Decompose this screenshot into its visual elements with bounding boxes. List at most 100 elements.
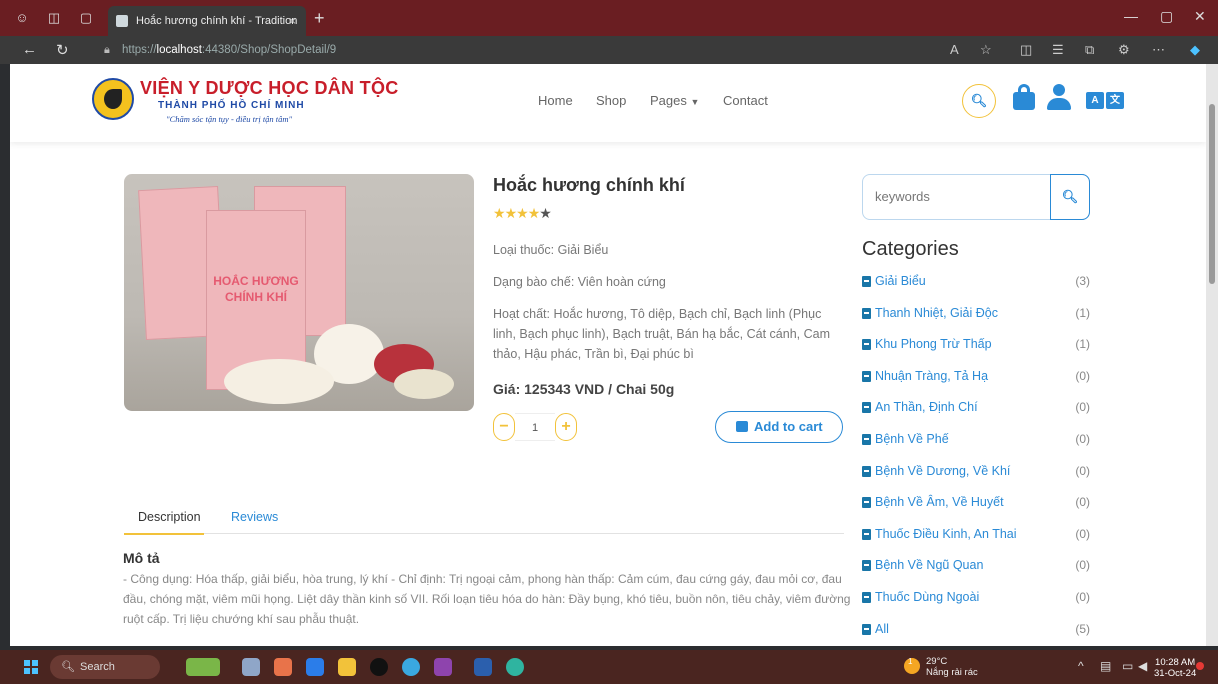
- notification-icon[interactable]: [1196, 662, 1204, 670]
- category-item[interactable]: All (5): [862, 620, 1090, 640]
- category-name[interactable]: Bệnh Về Phế: [875, 432, 949, 446]
- copilot-app-icon[interactable]: [274, 658, 292, 676]
- tab-description[interactable]: Description: [124, 510, 204, 535]
- category-count: (0): [1075, 590, 1090, 604]
- close-tab-icon[interactable]: ×: [289, 6, 296, 36]
- visual-studio-icon[interactable]: [434, 658, 452, 676]
- sidebar-search: keywords 🔍︎: [862, 174, 1090, 220]
- nav-contact[interactable]: Contact: [723, 93, 768, 108]
- profile-icon[interactable]: ☺: [14, 10, 30, 26]
- category-item[interactable]: Bệnh Về Phế (0): [862, 430, 1090, 450]
- star-icon: ★: [527, 205, 541, 221]
- quantity-minus-button[interactable]: −: [493, 413, 515, 441]
- description-heading: Mô tả: [123, 550, 160, 566]
- category-item[interactable]: Thanh Nhiệt, Giải Độc (1): [862, 304, 1090, 324]
- close-window-icon[interactable]: ✕: [1194, 8, 1206, 25]
- category-item[interactable]: Thuốc Điều Kinh, An Thai (0): [862, 525, 1090, 545]
- word-icon[interactable]: [474, 658, 492, 676]
- tiktok-icon[interactable]: [370, 658, 388, 676]
- category-name[interactable]: An Thần, Định Chí: [875, 400, 978, 414]
- copilot-icon[interactable]: ◆: [1190, 42, 1200, 58]
- restore-icon[interactable]: ▢: [1160, 8, 1173, 25]
- back-icon[interactable]: ←: [22, 41, 37, 58]
- nav-home[interactable]: Home: [538, 93, 573, 108]
- scrollbar-thumb[interactable]: [1209, 104, 1215, 284]
- logo-emblem-icon[interactable]: [92, 78, 134, 120]
- category-name[interactable]: Khu Phong Trừ Thấp: [875, 337, 992, 351]
- widgets-icon[interactable]: [186, 658, 220, 676]
- split-screen-icon[interactable]: ◫: [1020, 42, 1032, 58]
- page-scrollbar[interactable]: [1206, 64, 1218, 646]
- cart-bag-icon[interactable]: [1013, 84, 1035, 110]
- rating-stars: ★★★★★: [493, 205, 552, 222]
- collections-icon[interactable]: ⧉: [1085, 42, 1094, 58]
- refresh-icon[interactable]: ↻: [56, 41, 69, 59]
- favorite-star-icon[interactable]: ☆: [980, 42, 992, 58]
- new-tab-button[interactable]: +: [314, 8, 325, 28]
- read-aloud-icon[interactable]: A: [950, 42, 959, 57]
- category-item[interactable]: Khu Phong Trừ Thấp (1): [862, 335, 1090, 355]
- category-name[interactable]: Bệnh Về Ngũ Quan: [875, 558, 983, 572]
- category-item[interactable]: Bệnh Về Ngũ Quan (0): [862, 556, 1090, 576]
- category-name[interactable]: Giải Biểu: [875, 274, 926, 288]
- taskbar-search[interactable]: 🔍︎ Search: [50, 655, 160, 679]
- category-item[interactable]: Bệnh Về Dương, Về Khí (0): [862, 462, 1090, 482]
- category-name[interactable]: Thuốc Dùng Ngoài: [875, 590, 979, 604]
- category-icon: [862, 592, 871, 603]
- sidebar-search-button[interactable]: 🔍︎: [1050, 174, 1090, 220]
- chevron-up-icon[interactable]: ^: [1078, 659, 1084, 673]
- category-count: (0): [1075, 495, 1090, 510]
- header-search-button[interactable]: 🔍︎: [962, 84, 996, 118]
- clock-date: 31-Oct-24: [1154, 668, 1197, 679]
- windows-start-icon[interactable]: [24, 660, 38, 674]
- category-count: (0): [1075, 558, 1090, 573]
- nav-shop[interactable]: Shop: [596, 93, 626, 108]
- browser-tab[interactable]: Hoắc hương chính khí - Tradition ×: [108, 6, 306, 36]
- vscode-icon[interactable]: [306, 658, 324, 676]
- add-to-cart-button[interactable]: Add to cart: [715, 411, 843, 443]
- tab-reviews[interactable]: Reviews: [231, 510, 278, 524]
- user-account-icon[interactable]: [1047, 84, 1071, 110]
- minimize-icon[interactable]: —: [1124, 8, 1138, 24]
- task-view-icon[interactable]: [242, 658, 260, 676]
- category-icon: [862, 307, 871, 319]
- nav-pages[interactable]: Pages ▼: [650, 93, 699, 108]
- weather-widget[interactable]: 1 29°C Nắng rải rác: [904, 656, 978, 678]
- quantity-input[interactable]: 1: [515, 413, 555, 441]
- category-name[interactable]: Bệnh Về Dương, Về Khí: [875, 464, 1010, 478]
- category-name[interactable]: Thanh Nhiệt, Giải Độc: [875, 306, 998, 320]
- input-indicator-icon[interactable]: ▤: [1100, 659, 1111, 673]
- category-item[interactable]: Bệnh Về Âm, Về Huyết (0): [862, 493, 1090, 513]
- clock[interactable]: 10:28 AM 31-Oct-24: [1154, 657, 1196, 679]
- logo-title[interactable]: VIỆN Y DƯỢC HỌC DÂN TỘC: [140, 78, 399, 99]
- network-icon[interactable]: ▭: [1122, 659, 1133, 673]
- volume-icon[interactable]: ◀: [1138, 659, 1147, 673]
- file-explorer-icon[interactable]: [338, 658, 356, 676]
- favorites-icon[interactable]: ☰: [1052, 42, 1064, 58]
- star-icon: ★: [504, 205, 518, 221]
- category-item[interactable]: Giải Biểu (3): [862, 272, 1090, 292]
- taskbar-search-label: Search: [80, 661, 115, 673]
- edge-icon[interactable]: [506, 658, 524, 676]
- category-item[interactable]: Nhuận Tràng, Tả Hạ (0): [862, 367, 1090, 387]
- category-name[interactable]: Nhuận Tràng, Tả Hạ: [875, 369, 988, 383]
- product-title: Hoắc hương chính khí: [493, 175, 685, 195]
- category-item[interactable]: Thuốc Dùng Ngoài (0): [862, 588, 1090, 608]
- quantity-plus-button[interactable]: +: [555, 413, 577, 441]
- search-input[interactable]: keywords: [875, 189, 930, 204]
- category-name[interactable]: All: [875, 622, 889, 636]
- translate-icon[interactable]: A文: [1086, 90, 1126, 109]
- tab-actions-icon[interactable]: ▢: [78, 10, 94, 26]
- workspaces-icon[interactable]: ◫: [46, 10, 62, 26]
- more-icon[interactable]: ⋯: [1152, 42, 1165, 58]
- category-item[interactable]: An Thần, Định Chí (0): [862, 398, 1090, 418]
- url-field[interactable]: 🔒︎ https://localhost:44380/Shop/ShopDeta…: [98, 40, 918, 60]
- url-prefix: https://: [122, 44, 157, 56]
- app-icon[interactable]: [402, 658, 420, 676]
- extensions-icon[interactable]: ⚙: [1118, 42, 1130, 58]
- category-icon: [862, 623, 871, 635]
- category-count: (0): [1075, 368, 1090, 383]
- search-icon: 🔍︎: [970, 93, 988, 108]
- category-name[interactable]: Thuốc Điều Kinh, An Thai: [875, 527, 1017, 541]
- category-name[interactable]: Bệnh Về Âm, Về Huyết: [875, 495, 1004, 509]
